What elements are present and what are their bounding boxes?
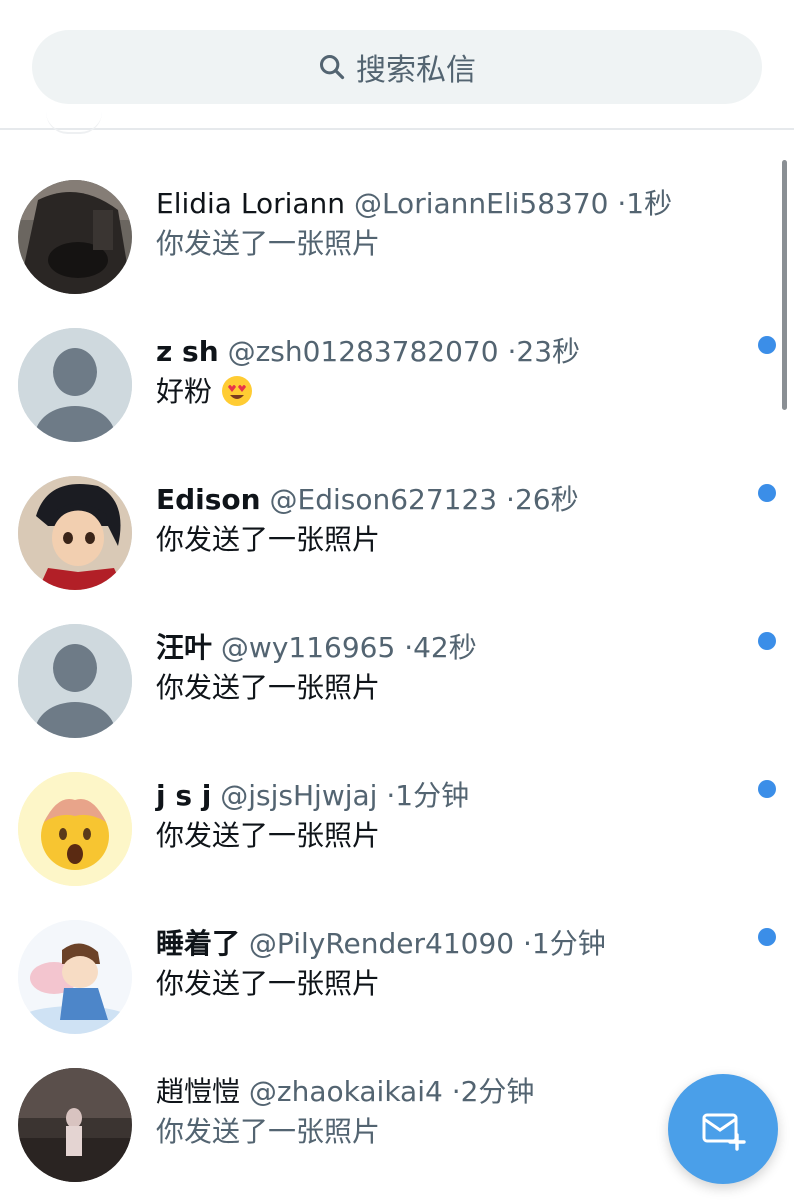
message-preview: 你发送了一张照片: [156, 1115, 381, 1148]
separator: ·: [522, 927, 532, 960]
separator: ·: [404, 631, 414, 664]
unread-dot: [758, 780, 776, 798]
message-preview: 好粉: [156, 370, 253, 410]
conversation-row[interactable]: Edison @Edison627123 ·26秒 你发送了一张照片: [0, 456, 794, 604]
user-handle: @PilyRender41090: [248, 927, 515, 960]
conversation-row[interactable]: 汪叶 @wy116965 ·42秒 你发送了一张照片: [0, 604, 794, 752]
scrollbar[interactable]: [782, 160, 787, 410]
timestamp: 1秒: [626, 187, 673, 220]
conversation-row[interactable]: z sh @zsh01283782070 ·23秒 好粉: [0, 308, 794, 456]
heart-eyes-emoji-icon: [221, 376, 252, 406]
avatar[interactable]: [18, 328, 132, 442]
message-preview: 你发送了一张照片: [156, 227, 381, 260]
search-placeholder: 搜索私信: [356, 53, 476, 88]
previous-avatar-edge: [46, 112, 102, 134]
conversation-row[interactable]: Elidia Loriann @LoriannEli58370 ·1秒 你发送了…: [0, 160, 794, 308]
avatar[interactable]: [18, 624, 132, 738]
search-bar[interactable]: 搜索私信: [32, 30, 762, 104]
message-preview: 你发送了一张照片: [156, 523, 381, 556]
display-name: 趙愷愷: [156, 1075, 241, 1108]
display-name: Edison: [156, 483, 261, 516]
name-line: Elidia Loriann @LoriannEli58370 ·1秒: [156, 182, 672, 222]
name-line: 汪叶 @wy116965 ·42秒: [156, 626, 477, 666]
new-message-button[interactable]: [668, 1074, 778, 1184]
timestamp: 2分钟: [460, 1075, 535, 1108]
message-text: 好粉: [156, 375, 213, 408]
timestamp: 42秒: [413, 631, 477, 664]
user-handle: @LoriannEli58370: [353, 187, 609, 220]
timestamp: 1分钟: [395, 779, 470, 812]
avatar[interactable]: [18, 180, 132, 294]
avatar[interactable]: [18, 476, 132, 590]
new-message-icon: [702, 1113, 746, 1151]
user-handle: @zhaokaikai4: [248, 1075, 443, 1108]
avatar[interactable]: [18, 920, 132, 1034]
user-handle: @jsjsHjwjaj: [220, 779, 378, 812]
display-name: 睡着了: [156, 927, 241, 960]
search-icon: [319, 54, 345, 80]
message-preview: 你发送了一张照片: [156, 819, 381, 852]
name-line: 睡着了 @PilyRender41090 ·1分钟: [156, 922, 606, 962]
unread-dot: [758, 484, 776, 502]
timestamp: 1分钟: [531, 927, 606, 960]
timestamp: 26秒: [514, 483, 579, 516]
display-name: Elidia Loriann: [156, 187, 346, 220]
name-line: 趙愷愷 @zhaokaikai4 ·2分钟: [156, 1070, 534, 1110]
separator: ·: [506, 483, 515, 516]
separator: ·: [386, 779, 396, 812]
user-handle: @Edison627123: [269, 483, 498, 516]
separator: ·: [451, 1075, 461, 1108]
display-name: j s j: [156, 779, 212, 812]
avatar[interactable]: [18, 772, 132, 886]
unread-dot: [758, 336, 776, 354]
conversation-row[interactable]: j s j @jsjsHjwjaj ·1分钟 你发送了一张照片: [0, 752, 794, 900]
display-name: 汪叶: [156, 631, 213, 664]
unread-dot: [758, 928, 776, 946]
name-line: Edison @Edison627123 ·26秒: [156, 478, 579, 518]
unread-dot: [758, 632, 776, 650]
avatar[interactable]: [18, 1068, 132, 1182]
name-line: z sh @zsh01283782070 ·23秒: [156, 330, 580, 370]
separator: ·: [617, 187, 627, 220]
user-handle: @wy116965: [220, 631, 396, 664]
timestamp: 23秒: [516, 335, 581, 368]
top-bar: 搜索私信: [0, 0, 794, 134]
display-name: z sh: [156, 335, 219, 368]
message-preview: 你发送了一张照片: [156, 967, 381, 1000]
conversation-row[interactable]: 睡着了 @PilyRender41090 ·1分钟 你发送了一张照片: [0, 900, 794, 1048]
message-preview: 你发送了一张照片: [156, 671, 381, 704]
user-handle: @zsh01283782070: [227, 335, 499, 368]
name-line: j s j @jsjsHjwjaj ·1分钟: [156, 774, 469, 814]
